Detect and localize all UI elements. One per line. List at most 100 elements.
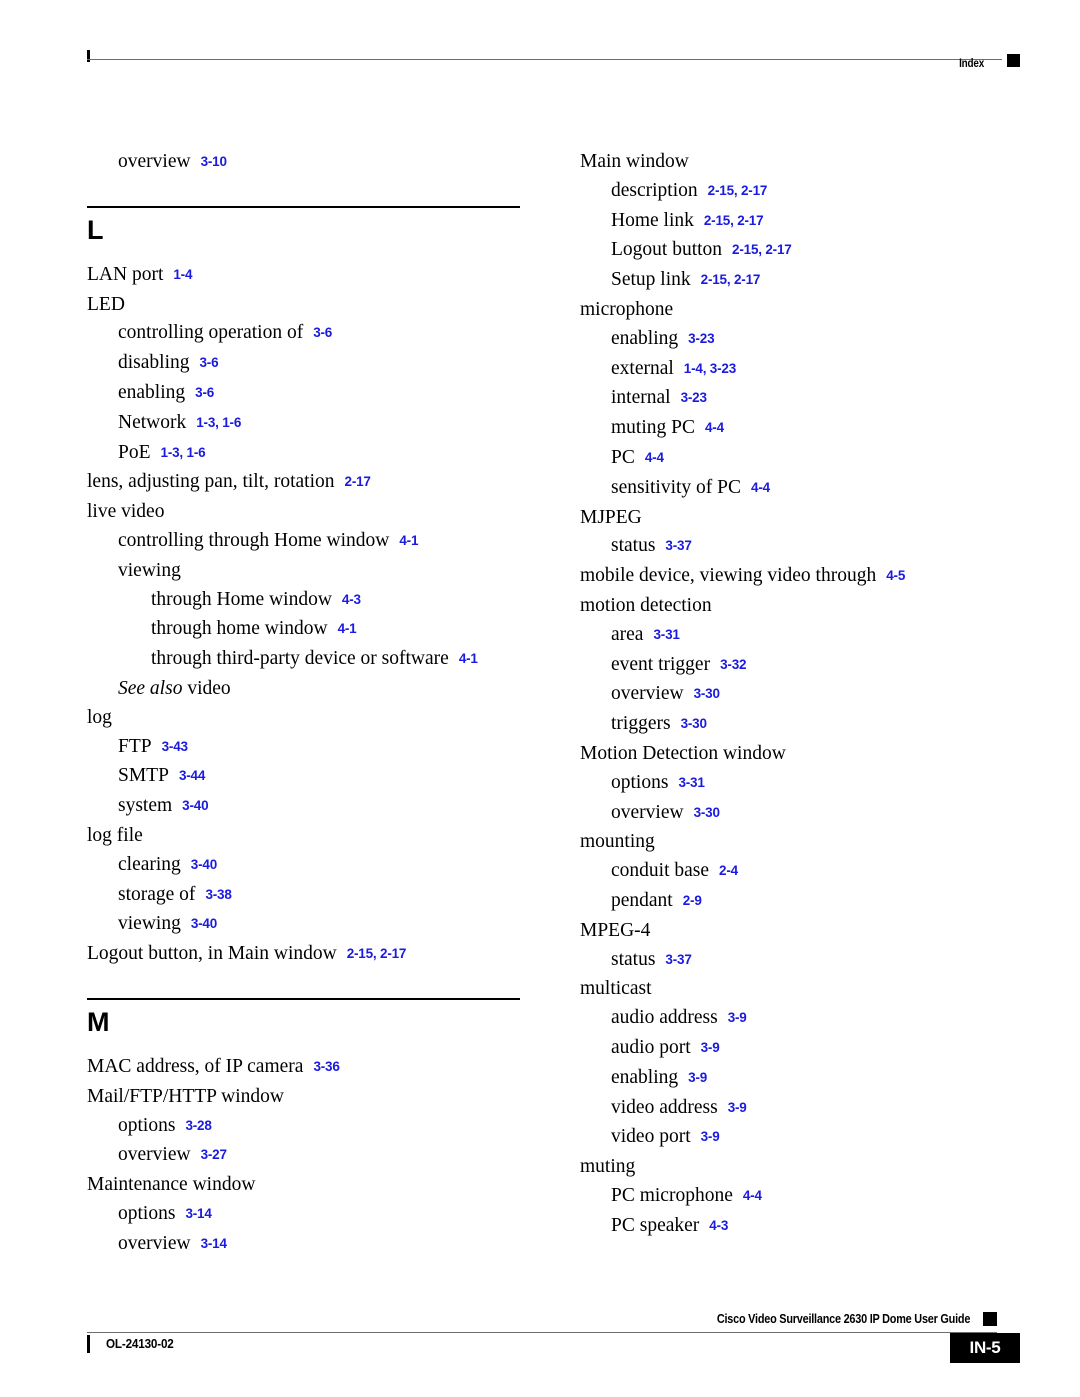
index-term: overview: [611, 683, 684, 705]
index-term: overview: [611, 801, 684, 823]
index-term: through home window: [151, 618, 328, 640]
index-entry: PC 4-4: [580, 444, 1016, 474]
footer-guide-title: Cisco Video Surveillance 2630 IP Dome Us…: [716, 1312, 971, 1326]
index-page-reference[interactable]: 4-1: [399, 533, 418, 548]
index-page-reference[interactable]: 4-1: [338, 621, 357, 636]
index-page-reference[interactable]: 3-31: [653, 627, 679, 642]
index-term: muting PC: [611, 417, 695, 439]
index-page-reference[interactable]: 3-37: [665, 952, 691, 967]
index-entry: enabling 3-23: [580, 325, 1016, 355]
index-term: microphone: [580, 298, 674, 320]
index-term: enabling: [611, 1066, 679, 1088]
index-page-reference[interactable]: 3-40: [191, 857, 217, 872]
index-term: storage of: [118, 883, 196, 905]
index-page-reference[interactable]: 3-23: [681, 390, 707, 405]
index-entry: Network 1-3, 1-6: [87, 409, 523, 439]
page-header: Index: [87, 44, 1020, 80]
index-entry: controlling operation of 3-6: [87, 319, 523, 349]
index-entry: lens, adjusting pan, tilt, rotation 2-17: [87, 468, 523, 498]
index-term: SMTP: [118, 765, 169, 787]
index-page-reference[interactable]: 3-14: [201, 1236, 227, 1251]
index-entry: disabling 3-6: [87, 349, 523, 379]
index-entry: options 3-14: [87, 1200, 523, 1230]
index-page-reference[interactable]: 3-43: [162, 739, 188, 754]
index-term: event trigger: [611, 653, 711, 675]
index-term: controlling operation of: [118, 322, 304, 344]
index-entry: SMTP 3-44: [87, 762, 523, 792]
index-term: through Home window: [151, 588, 332, 610]
index-page-reference[interactable]: 1-4, 3-23: [684, 361, 736, 376]
index-column-right: Main window description 2-15, 2-17 Home lin…: [580, 148, 1016, 1241]
index-page-reference[interactable]: 3-9: [728, 1100, 747, 1115]
index-page-reference[interactable]: 4-5: [886, 568, 905, 583]
footer-document-id: OL-24130-02: [106, 1336, 174, 1351]
index-term: overview: [118, 1232, 191, 1254]
index-term: viewing: [118, 559, 181, 581]
black-square-marker-icon: [1007, 54, 1020, 67]
index-term: controlling through Home window: [118, 529, 390, 551]
index-page-reference[interactable]: 3-44: [179, 768, 205, 783]
index-page-reference[interactable]: 3-38: [205, 887, 231, 902]
index-page-reference[interactable]: 4-1: [459, 651, 478, 666]
index-term: viewing: [118, 913, 181, 935]
index-term: Home link: [611, 209, 694, 231]
index-entry: overview 3-27: [87, 1141, 523, 1171]
index-page-reference[interactable]: 4-3: [709, 1218, 728, 1233]
index-term: Setup link: [611, 269, 691, 291]
index-page-reference[interactable]: 3-9: [728, 1010, 747, 1025]
index-page-reference[interactable]: 2-15, 2-17: [347, 946, 407, 961]
index-entry: PoE 1-3, 1-6: [87, 439, 523, 469]
index-page-reference[interactable]: 3-23: [688, 331, 714, 346]
index-page-reference[interactable]: 4-4: [751, 480, 770, 495]
index-entry: system 3-40: [87, 792, 523, 822]
index-entry: FTP 3-43: [87, 733, 523, 763]
index-page-reference[interactable]: 4-4: [705, 420, 724, 435]
index-page-reference[interactable]: 3-37: [665, 538, 691, 553]
index-entry: description 2-15, 2-17: [580, 177, 1016, 207]
index-page-reference[interactable]: 1-3, 1-6: [161, 445, 206, 460]
index-term: pendant: [611, 889, 673, 911]
index-page-reference[interactable]: 1-4: [173, 267, 192, 282]
index-term: clearing: [118, 853, 181, 875]
index-page-reference[interactable]: 3-31: [678, 775, 704, 790]
index-page-reference[interactable]: 3-27: [201, 1147, 227, 1162]
index-page-reference[interactable]: 3-32: [720, 657, 746, 672]
index-page-reference[interactable]: 3-40: [182, 798, 208, 813]
index-page-reference[interactable]: 3-10: [201, 154, 227, 169]
index-page-reference[interactable]: 3-30: [694, 686, 720, 701]
index-page-reference[interactable]: 3-30: [681, 716, 707, 731]
index-page-reference[interactable]: 2-15, 2-17: [701, 272, 761, 287]
index-page-reference[interactable]: 3-6: [200, 355, 219, 370]
index-entry: mobile device, viewing video through 4-5: [580, 562, 1016, 592]
index-page-reference[interactable]: 2-4: [719, 863, 738, 878]
index-term: video port: [611, 1126, 691, 1148]
index-entry: Home link 2-15, 2-17: [580, 207, 1016, 237]
index-page-reference[interactable]: 2-15, 2-17: [732, 242, 792, 257]
index-entry: through third-party device or software 4-…: [87, 645, 523, 675]
index-page-reference[interactable]: 3-36: [313, 1059, 339, 1074]
index-page-reference[interactable]: 3-40: [191, 916, 217, 931]
index-page-reference[interactable]: 3-9: [701, 1040, 720, 1055]
index-page-reference[interactable]: 2-15, 2-17: [704, 213, 764, 228]
index-term: lens, adjusting pan, tilt, rotation: [87, 471, 335, 493]
index-letter-section: M: [87, 997, 523, 1037]
index-term: LAN port: [87, 263, 164, 285]
index-page-reference[interactable]: 4-3: [342, 592, 361, 607]
index-term: options: [611, 771, 669, 793]
index-page-reference[interactable]: 1-3, 1-6: [196, 415, 241, 430]
index-page-reference[interactable]: 4-4: [743, 1188, 762, 1203]
index-entry: overview 3-30: [580, 680, 1016, 710]
index-page-reference[interactable]: 2-17: [345, 474, 371, 489]
index-page-reference[interactable]: 3-9: [701, 1129, 720, 1144]
index-page-reference[interactable]: 2-9: [683, 893, 702, 908]
index-page-reference[interactable]: 3-9: [688, 1070, 707, 1085]
index-page-reference[interactable]: 4-4: [645, 450, 664, 465]
index-page-reference[interactable]: 3-6: [313, 325, 332, 340]
index-page-reference[interactable]: 2-15, 2-17: [708, 183, 768, 198]
index-page-reference[interactable]: 3-28: [185, 1118, 211, 1133]
index-page-reference[interactable]: 3-14: [185, 1206, 211, 1221]
index-entry: See also video: [87, 675, 523, 704]
index-page-reference[interactable]: 3-30: [694, 805, 720, 820]
page-number-badge: IN-5: [950, 1333, 1020, 1363]
index-page-reference[interactable]: 3-6: [195, 385, 214, 400]
